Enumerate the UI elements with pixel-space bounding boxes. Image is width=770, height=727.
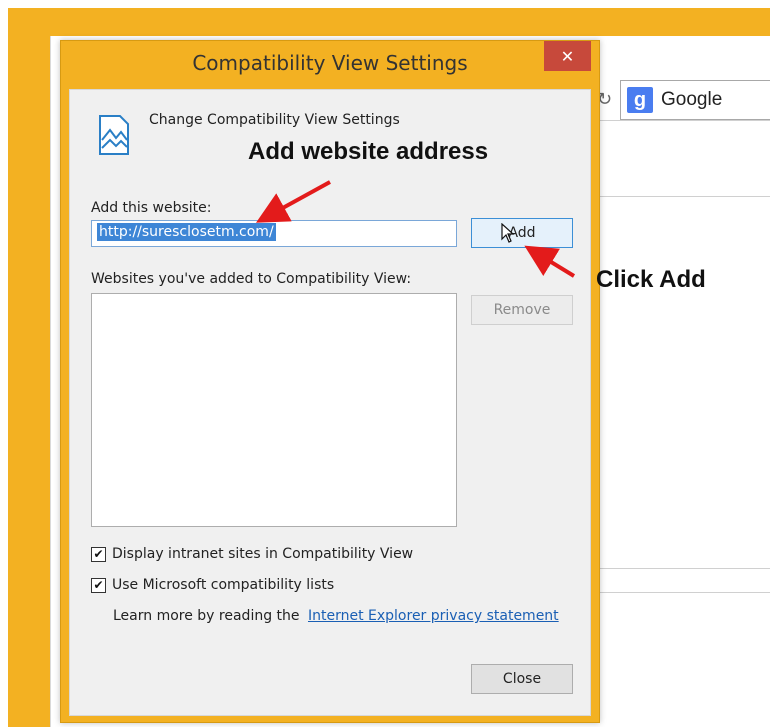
add-button[interactable]: Add xyxy=(471,218,573,248)
toolbar-divider xyxy=(600,120,770,121)
add-website-label: Add this website: xyxy=(91,200,212,216)
websites-list-label: Websites you've added to Compatibility V… xyxy=(91,271,412,287)
intranet-checkbox[interactable]: ✔ xyxy=(91,546,106,562)
option-intranet-row[interactable]: ✔ Display intranet sites in Compatibilit… xyxy=(91,546,413,562)
learn-more-prefix: Learn more by reading the xyxy=(113,608,300,624)
dialog-titlebar[interactable]: Compatibility View Settings ✕ xyxy=(61,41,599,89)
search-provider-box[interactable]: g Google xyxy=(620,80,770,120)
refresh-icon[interactable]: ↻ xyxy=(597,86,617,114)
ms-lists-option-label: Use Microsoft compatibility lists xyxy=(112,577,335,593)
content-divider xyxy=(600,592,770,593)
remove-button[interactable]: Remove xyxy=(471,295,573,325)
close-icon[interactable]: ✕ xyxy=(544,41,591,71)
dialog-title: Compatibility View Settings xyxy=(192,51,468,75)
compatibility-view-dialog: Compatibility View Settings ✕ Change Com… xyxy=(60,40,600,723)
toolbar-divider xyxy=(600,196,770,197)
compatibility-view-icon xyxy=(99,115,129,155)
option-ms-lists-row[interactable]: ✔ Use Microsoft compatibility lists xyxy=(91,577,334,593)
content-divider xyxy=(600,568,770,569)
dialog-body: Change Compatibility View Settings Add w… xyxy=(69,89,591,716)
websites-list[interactable] xyxy=(91,293,457,527)
dialog-header-text: Change Compatibility View Settings xyxy=(149,112,400,128)
annotation-add-website: Add website address xyxy=(248,138,489,165)
annotation-click-add: Click Add xyxy=(596,266,706,293)
url-input-value: http://suresclosetm.com/ xyxy=(97,223,276,241)
mouse-cursor-icon xyxy=(501,223,515,243)
privacy-statement-link[interactable]: Internet Explorer privacy statement xyxy=(308,608,559,624)
close-button[interactable]: Close xyxy=(471,664,573,694)
search-provider-label: Google xyxy=(661,89,723,110)
intranet-option-label: Display intranet sites in Compatibility … xyxy=(112,546,414,562)
ms-lists-checkbox[interactable]: ✔ xyxy=(91,577,106,593)
google-icon: g xyxy=(627,87,653,113)
website-url-input[interactable]: http://suresclosetm.com/ xyxy=(91,220,457,247)
learn-more-text: Learn more by reading the Internet Explo… xyxy=(113,608,559,624)
